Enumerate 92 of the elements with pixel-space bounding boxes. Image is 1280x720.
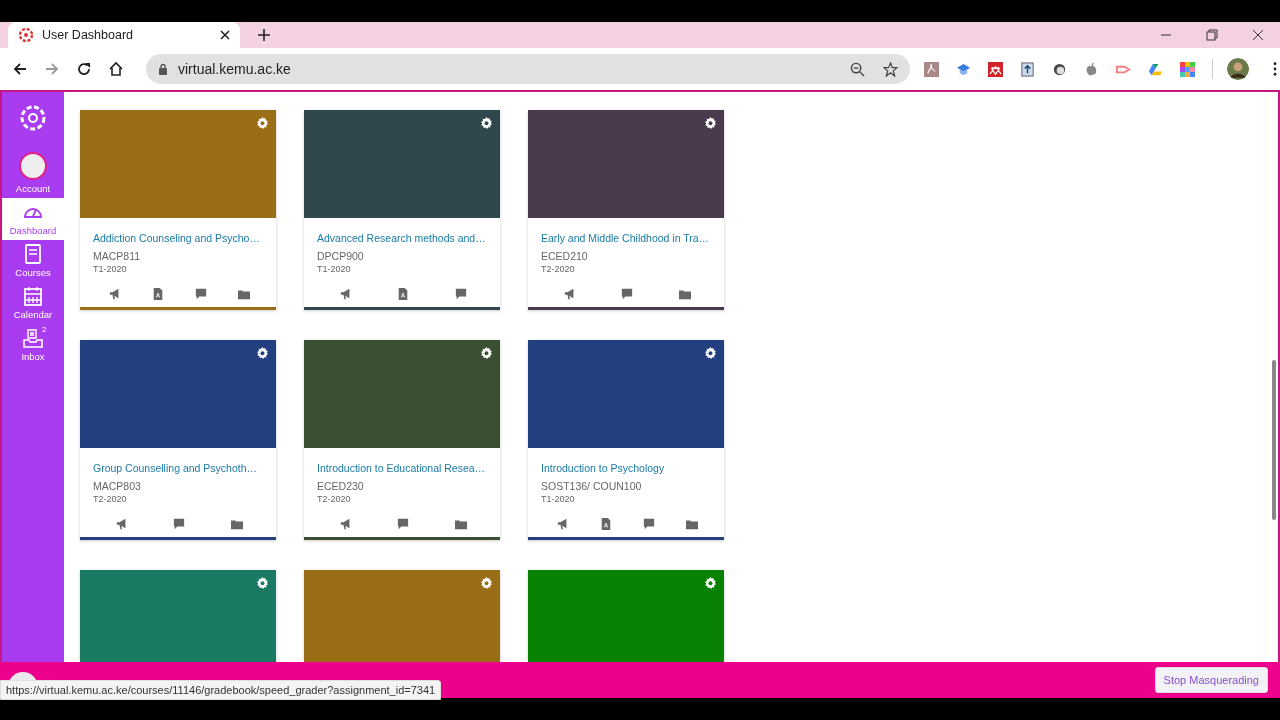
menu-icon[interactable]: [1273, 62, 1277, 76]
document-icon[interactable]: [599, 518, 612, 530]
folder-icon[interactable]: [238, 288, 251, 300]
settings-icon[interactable]: [704, 346, 717, 360]
star-icon[interactable]: [883, 61, 898, 77]
speech-bubble-icon[interactable]: [455, 288, 468, 300]
course-code: MACP811: [93, 250, 142, 262]
speech-bubble-icon[interactable]: [643, 518, 656, 530]
folder-icon[interactable]: [686, 518, 699, 530]
course-term: T1-2020: [541, 494, 576, 504]
nav-item[interactable]: Dashboard: [2, 198, 64, 240]
course-title-link[interactable]: Introduction to Educational Resea…: [317, 462, 486, 475]
megaphone-icon[interactable]: [339, 518, 352, 530]
address-field[interactable]: virtual.kemu.ac.ke: [146, 54, 910, 84]
course-term: T2-2020: [93, 494, 128, 504]
megaphone-icon[interactable]: [339, 288, 352, 300]
people-extension-icon[interactable]: [988, 61, 1003, 77]
document-icon[interactable]: [397, 288, 410, 300]
calendar-icon: [23, 286, 43, 306]
book-upload-icon[interactable]: [1020, 61, 1035, 77]
speech-bubble-icon[interactable]: [621, 288, 634, 300]
nav-item[interactable]: Account: [2, 148, 64, 198]
settings-icon[interactable]: [256, 116, 269, 130]
close-icon[interactable]: [220, 30, 230, 40]
course-title-link[interactable]: Early and Middle Childhood in Tra…: [541, 232, 710, 245]
settings-icon[interactable]: [256, 576, 269, 590]
course-card[interactable]: Early and Middle Childhood in Tra… ECED210 T2-2020: [528, 110, 724, 310]
course-card[interactable]: Group Counselling and Psychoth… MACP803 T2-2020: [80, 340, 276, 540]
speech-bubble-icon[interactable]: [397, 518, 410, 530]
settings-icon[interactable]: [704, 116, 717, 130]
course-title-link[interactable]: Group Counselling and Psychoth…: [93, 462, 257, 475]
color-grid-icon[interactable]: [1180, 61, 1195, 77]
settings-icon[interactable]: [256, 346, 269, 360]
megaphone-icon[interactable]: [108, 288, 121, 300]
unread-count: 2: [42, 325, 47, 334]
lock-icon: [158, 63, 168, 75]
folder-icon[interactable]: [231, 518, 244, 530]
settings-icon[interactable]: [480, 346, 493, 360]
course-card[interactable]: Introduction to Psychology SOST136/ COUN100 T1-2020: [528, 340, 724, 540]
nav-item[interactable]: Calendar: [2, 282, 64, 324]
course-term: T1-2020: [317, 264, 352, 274]
notebook-icon: [23, 244, 43, 264]
zoom-out-icon[interactable]: [850, 61, 865, 77]
graduation-cap-icon[interactable]: [956, 61, 971, 77]
home-icon[interactable]: [108, 61, 124, 77]
course-title-link[interactable]: Introduction to Psychology: [541, 462, 665, 475]
pdf-extension-icon[interactable]: [924, 61, 939, 77]
inbox-icon: [23, 328, 43, 348]
course-title-link[interactable]: Advanced Research methods and…: [317, 232, 486, 245]
settings-icon[interactable]: [480, 576, 493, 590]
course-term: T2-2020: [541, 264, 576, 274]
reload-icon[interactable]: [76, 61, 92, 77]
course-term: T1-2020: [93, 264, 128, 274]
profile-avatar[interactable]: [1227, 58, 1249, 80]
course-term: T2-2020: [317, 494, 352, 504]
plus-icon[interactable]: [258, 29, 270, 41]
course-code: SOST136/ COUN100: [541, 480, 643, 492]
avatar-icon: [19, 152, 47, 180]
apple-icon[interactable]: [1084, 61, 1099, 77]
forward-icon[interactable]: [44, 61, 60, 77]
stop-masquerading-button[interactable]: Stop Masquerading: [1154, 667, 1268, 693]
course-title-link[interactable]: Addiction Counseling and Psycho…: [93, 232, 260, 245]
tab-title: User Dashboard: [42, 28, 134, 42]
close-icon[interactable]: [1252, 29, 1264, 41]
settings-icon[interactable]: [480, 116, 493, 130]
browser-tab[interactable]: User Dashboard: [8, 22, 240, 48]
megaphone-icon[interactable]: [563, 288, 576, 300]
megaphone-icon[interactable]: [115, 518, 128, 530]
link-status-url: https://virtual.kemu.ac.ke/courses/11146/gradebook/speed_grader?assignment_id=7341: [0, 680, 442, 700]
speech-bubble-icon[interactable]: [195, 288, 208, 300]
nav-item[interactable]: 2 Inbox: [2, 324, 64, 366]
ring-logo-icon[interactable]: [19, 104, 47, 132]
settings-icon[interactable]: [704, 576, 717, 590]
course-code: ECED210: [541, 250, 589, 262]
document-icon[interactable]: [151, 288, 164, 300]
ring-logo-icon: [18, 27, 34, 43]
course-card[interactable]: Addiction Counseling and Psycho… MACP811 T1-2020: [80, 110, 276, 310]
megaphone-icon[interactable]: [556, 518, 569, 530]
folder-icon[interactable]: [455, 518, 468, 530]
course-code: MACP803: [93, 480, 142, 492]
circle-extension-icon[interactable]: [1052, 61, 1067, 77]
course-code: ECED230: [317, 480, 365, 492]
folder-icon[interactable]: [679, 288, 692, 300]
course-card[interactable]: Advanced Research methods and… DPCP900 T1-2020: [304, 110, 500, 310]
course-code: DPCP900: [317, 250, 365, 262]
restore-icon[interactable]: [1206, 29, 1218, 41]
scrollbar-thumb[interactable]: [1272, 360, 1276, 520]
speech-bubble-icon[interactable]: [173, 518, 186, 530]
drive-icon[interactable]: [1148, 61, 1163, 77]
nav-item[interactable]: Courses: [2, 240, 64, 282]
back-icon[interactable]: [12, 61, 28, 77]
course-card[interactable]: Introduction to Educational Resea… ECED230 T2-2020: [304, 340, 500, 540]
